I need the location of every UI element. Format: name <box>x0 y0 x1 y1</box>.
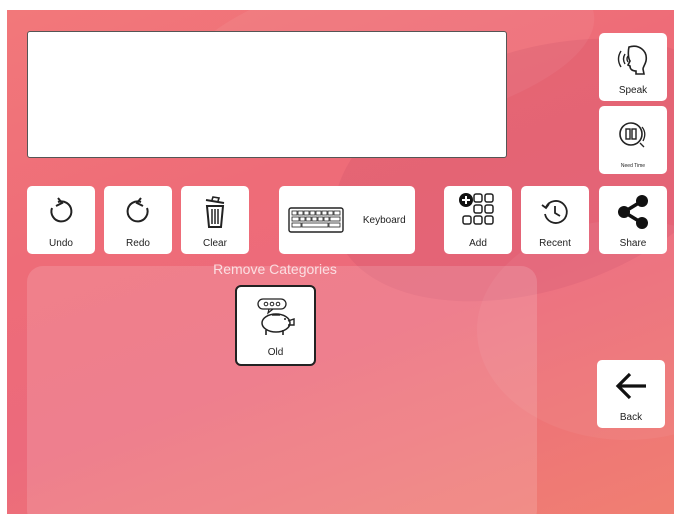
keyboard-label: Keyboard <box>362 214 406 226</box>
trash-icon <box>205 196 225 228</box>
recent-button[interactable]: Recent <box>521 186 589 254</box>
undo-icon <box>50 197 73 223</box>
need-time-label: Need Time <box>620 163 646 169</box>
back-label: Back <box>619 412 643 423</box>
share-icon <box>618 195 648 229</box>
arrow-left-icon <box>615 372 646 400</box>
category-tile-old[interactable]: Old <box>235 285 316 366</box>
panel-title: Remove Categories <box>213 261 337 277</box>
redo-icon <box>126 197 149 223</box>
speak-label: Speak <box>618 85 648 96</box>
need-time-icon <box>619 121 646 147</box>
back-button[interactable]: Back <box>597 360 665 428</box>
clear-button[interactable]: Clear <box>181 186 249 254</box>
redo-label: Redo <box>126 238 150 249</box>
piggy-bank-speech-icon <box>256 298 295 335</box>
recent-label: Recent <box>539 238 571 249</box>
speak-button[interactable]: Speak <box>599 33 667 101</box>
share-button[interactable]: Share <box>599 186 667 254</box>
keyboard-button[interactable]: Keyboard <box>279 186 415 254</box>
speaking-head-icon <box>617 45 648 75</box>
undo-button[interactable]: Undo <box>27 186 95 254</box>
need-time-button[interactable]: Need Time <box>599 106 667 174</box>
message-box[interactable] <box>27 31 507 158</box>
clear-label: Clear <box>203 238 227 249</box>
keyboard-icon <box>288 207 344 233</box>
share-label: Share <box>619 238 647 249</box>
recent-history-icon <box>541 200 568 224</box>
redo-button[interactable]: Redo <box>104 186 172 254</box>
category-label: Old <box>267 347 284 358</box>
undo-label: Undo <box>49 238 73 249</box>
add-label: Add <box>469 238 487 249</box>
add-grid-icon <box>459 193 494 225</box>
add-button[interactable]: Add <box>444 186 512 254</box>
